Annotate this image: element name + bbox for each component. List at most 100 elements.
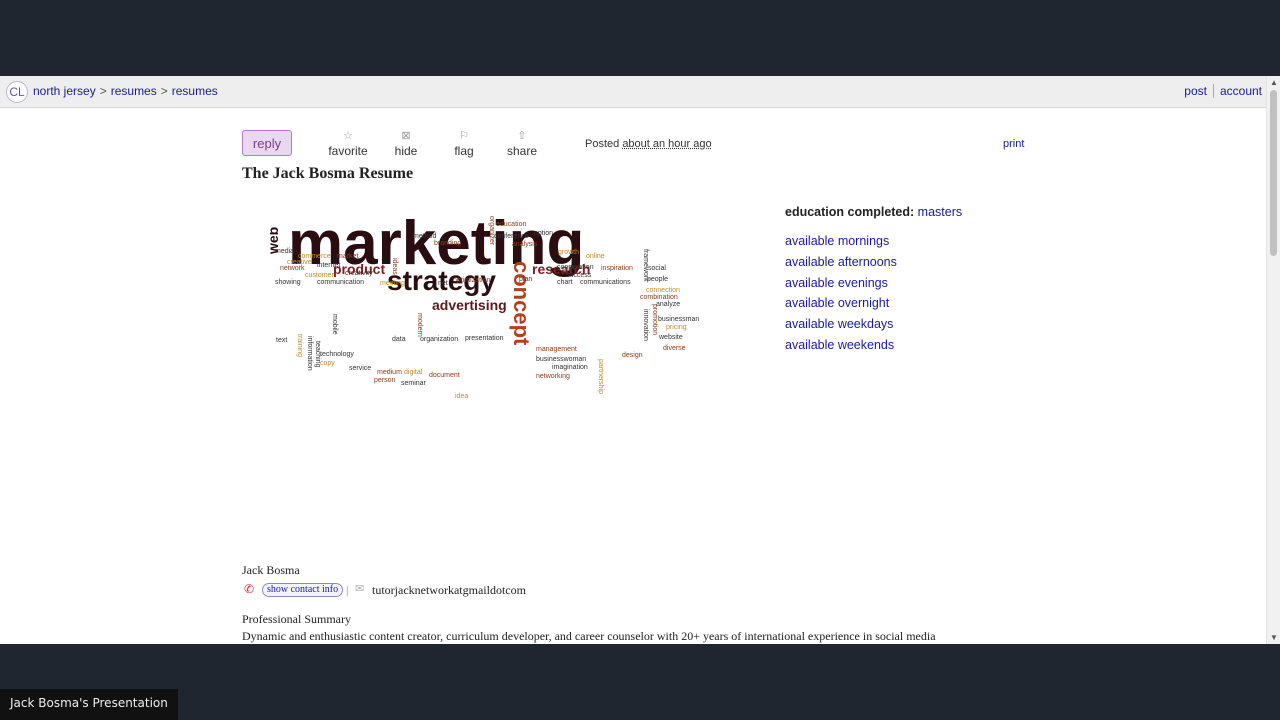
wordcloud-word: communications — [580, 279, 631, 286]
breadcrumb: north jersey > resumes > resumes — [33, 84, 218, 98]
breadcrumb-area[interactable]: north jersey — [33, 84, 96, 98]
hide-label: hide — [394, 144, 418, 158]
phone-icon: ✆ — [244, 582, 255, 596]
site-header: CL north jersey > resumes > resumes post acco… — [0, 76, 1266, 108]
breadcrumb-separator: > — [99, 84, 107, 98]
wordcloud-word: method — [413, 233, 436, 240]
wordcloud-word: design — [622, 352, 643, 359]
wordcloud-word: plan — [519, 276, 532, 283]
craigslist-logo[interactable]: CL — [6, 81, 28, 103]
wordcloud-word: medium — [377, 369, 402, 376]
wordcloud-word: management — [536, 346, 577, 353]
email-text: tutorjacknetworkatgmaildotcom — [372, 583, 526, 597]
wordcloud-word: internet — [317, 262, 340, 269]
wordcloud-word: option — [534, 230, 553, 237]
scroll-up-arrow-icon[interactable]: ▲ — [1270, 78, 1278, 87]
wordcloud-word: online — [586, 253, 605, 260]
wordcloud-word: advertising — [432, 297, 507, 313]
wordcloud-word: meeting — [380, 280, 405, 287]
wordcloud-word: organizer — [488, 216, 495, 246]
share-icon: ⇧ — [517, 130, 527, 142]
availability-link[interactable]: available weekends — [785, 335, 962, 356]
account-link[interactable]: account — [1220, 84, 1262, 98]
contact-row: ✆ show contact info | ✉ tutorjacknetwork… — [242, 582, 1042, 600]
header-links: post account — [1184, 84, 1262, 98]
wordcloud-word: inspiration — [601, 265, 633, 272]
education-value[interactable]: masters — [918, 205, 962, 219]
wordcloud-word: net — [438, 280, 448, 287]
wordcloud-word: showing — [275, 279, 301, 286]
wordcloud-word: connection — [646, 287, 680, 294]
hide-icon: ⊠ — [401, 130, 411, 142]
wordcloud-word: concept — [509, 261, 534, 346]
wordcloud-word: partnership — [597, 359, 604, 394]
education-label: education completed: — [785, 205, 915, 219]
posting-title: The Jack Bosma Resume — [242, 165, 414, 182]
wordcloud-word: analyze — [656, 301, 680, 308]
post-link[interactable]: post — [1184, 84, 1207, 98]
summary-text: Dynamic and enthusiastic content creator… — [242, 629, 936, 643]
wordcloud-word: diverse — [663, 345, 686, 352]
wordcloud-word: service — [349, 365, 371, 372]
availability-link[interactable]: available overnight — [785, 293, 962, 314]
wordcloud-word: creativity — [345, 270, 373, 277]
wordcloud-word: teaching — [314, 341, 321, 368]
wordcloud-word: media — [275, 248, 294, 255]
vertical-scrollbar[interactable]: ▲ ▼ — [1266, 76, 1280, 644]
wordcloud-word: innovation — [642, 309, 649, 341]
wordcloud-word: growth — [558, 249, 579, 256]
wordcloud-word: businessman — [658, 316, 699, 323]
availability-link[interactable]: available weekdays — [785, 314, 962, 335]
wordcloud-word: combination — [640, 294, 678, 301]
wordcloud-word: mobile — [331, 314, 338, 335]
wordcloud-word: copy — [320, 360, 335, 367]
posting-actions: reply ☆ favorite ⊠ hide ⚐ flag ⇧ share P… — [242, 130, 1032, 160]
wordcloud-word: pricing — [666, 324, 687, 331]
star-icon: ☆ — [343, 130, 353, 142]
wordcloud-word: market — [337, 253, 358, 260]
wordcloud-word: framework — [642, 249, 649, 282]
posted-info: Posted about an hour ago — [585, 138, 712, 150]
posting-body: Jack Bosma ✆ show contact info | ✉ tutor… — [242, 563, 1042, 644]
posted-label: Posted — [585, 138, 620, 150]
wordcloud-word: seminar — [401, 380, 427, 387]
reply-button[interactable]: reply — [242, 130, 292, 156]
favorite-label: favorite — [328, 144, 368, 158]
breadcrumb-separator: > — [160, 84, 168, 98]
wordcloud-word: modern — [416, 313, 423, 337]
wordcloud-word: imagination — [552, 364, 588, 371]
wordcloud-image[interactable]: marketingbusinessstrategyproductresearch… — [270, 216, 710, 406]
scroll-thumb[interactable] — [1270, 90, 1277, 256]
wordcloud-word: document — [429, 372, 460, 379]
browser-viewport: CL north jersey > resumes > resumes post acco… — [0, 76, 1280, 644]
flag-button[interactable]: ⚐ flag — [450, 128, 478, 158]
wordcloud-word: training — [296, 334, 303, 357]
show-contact-button[interactable]: show contact info — [262, 583, 344, 597]
wordcloud-word: communication — [317, 279, 364, 286]
availability-link[interactable]: available evenings — [785, 273, 962, 294]
education-attribute: education completed: masters — [785, 205, 962, 219]
breadcrumb-subcategory[interactable]: resumes — [172, 84, 218, 98]
wordcloud-word: analysis — [512, 241, 538, 248]
wordcloud-word: promotion — [651, 304, 658, 335]
wordcloud-word: technology — [320, 351, 354, 358]
print-link[interactable]: print — [1003, 138, 1024, 150]
wordcloud-word: data — [392, 336, 406, 343]
wordcloud-word: education — [496, 221, 526, 228]
availability-link[interactable]: available afternoons — [785, 252, 962, 273]
breadcrumb-category[interactable]: resumes — [111, 84, 157, 98]
link-divider — [1212, 84, 1214, 98]
wordcloud-word: conference — [494, 233, 529, 240]
wordcloud-word: social — [648, 265, 666, 272]
hide-button[interactable]: ⊠ hide — [392, 128, 420, 158]
favorite-button[interactable]: ☆ favorite — [328, 128, 368, 158]
scroll-down-arrow-icon[interactable]: ▼ — [1270, 633, 1278, 642]
availability-link[interactable]: available mornings — [785, 231, 962, 252]
flag-label: flag — [454, 144, 474, 158]
contact-divider: | — [346, 583, 349, 597]
author-name: Jack Bosma — [242, 563, 300, 577]
wordcloud-word: optimization — [453, 277, 490, 284]
presentation-label: Jack Bosma's Presentation — [0, 689, 178, 720]
share-button[interactable]: ⇧ share — [506, 128, 538, 158]
wordcloud-word: businesswoman — [536, 356, 586, 363]
